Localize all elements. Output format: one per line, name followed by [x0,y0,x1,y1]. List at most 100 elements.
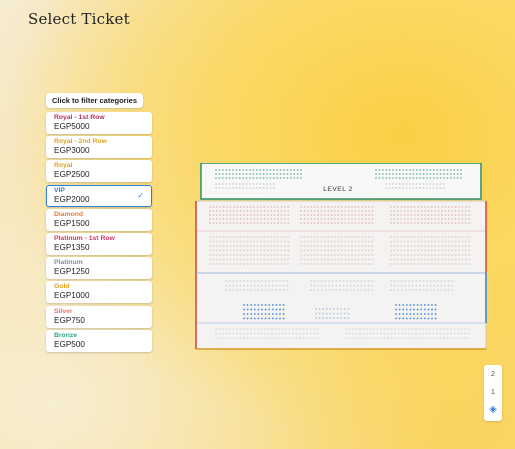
seat[interactable] [228,289,231,291]
seat[interactable] [317,284,320,287]
seat[interactable] [388,183,391,185]
seat[interactable] [277,263,279,265]
seat[interactable] [431,304,433,306]
seat[interactable] [454,214,457,216]
seat[interactable] [226,263,228,265]
seat[interactable] [436,284,439,287]
seat[interactable] [218,177,221,179]
seat[interactable] [222,249,225,252]
seat[interactable] [397,280,400,282]
seat[interactable] [334,222,336,224]
seat[interactable] [327,245,330,247]
seat[interactable] [396,263,399,265]
seat[interactable] [215,222,218,224]
seat[interactable] [300,263,302,265]
seat[interactable] [398,183,401,185]
seat[interactable] [219,240,222,243]
seat[interactable] [373,337,375,339]
seat[interactable] [279,289,281,291]
seat[interactable] [359,332,361,335]
seat[interactable] [306,206,309,208]
seat[interactable] [397,284,400,287]
seat[interactable] [225,332,228,335]
seat[interactable] [300,254,302,256]
seat[interactable] [222,258,225,261]
seat[interactable] [407,210,409,212]
seat[interactable] [436,173,439,175]
seat[interactable] [447,249,450,252]
category-item[interactable]: Gold EGP1000 [46,281,152,304]
seat[interactable] [437,263,440,265]
seat[interactable] [361,240,364,243]
seat[interactable] [353,284,356,287]
seat[interactable] [253,214,256,216]
seat[interactable] [454,222,457,224]
seat[interactable] [393,245,396,247]
seat[interactable] [243,337,245,339]
seat[interactable] [229,254,232,256]
seat[interactable] [417,210,420,212]
seat[interactable] [424,258,426,261]
seat[interactable] [250,308,253,311]
seat[interactable] [409,169,411,171]
seat[interactable] [344,258,347,261]
seat[interactable] [222,254,225,256]
seat[interactable] [431,313,433,315]
seat[interactable] [270,254,273,256]
seat[interactable] [413,258,416,261]
seat[interactable] [249,206,252,208]
seat[interactable] [357,214,360,216]
seat[interactable] [280,214,283,216]
seat[interactable] [336,317,339,319]
seat[interactable] [317,245,319,247]
seat[interactable] [357,240,360,243]
seat[interactable] [264,317,267,320]
seat[interactable] [360,284,363,287]
seat[interactable] [277,222,279,224]
seat[interactable] [232,249,235,252]
seat[interactable] [264,328,266,330]
seat[interactable] [407,249,409,252]
seat[interactable] [345,332,347,335]
seat[interactable] [246,328,249,330]
seat[interactable] [246,254,249,256]
seat[interactable] [333,317,335,319]
seat[interactable] [436,187,438,189]
seat[interactable] [464,240,467,243]
seat[interactable] [427,222,430,224]
seat[interactable] [446,332,449,335]
seat[interactable] [359,328,361,330]
seat[interactable] [269,169,272,171]
seat[interactable] [415,337,417,339]
seat[interactable] [461,236,464,238]
seat[interactable] [320,236,323,238]
seat[interactable] [461,210,464,212]
seat[interactable] [458,254,460,256]
seat[interactable] [229,240,232,243]
seat[interactable] [347,240,350,243]
seat[interactable] [236,258,239,261]
seat[interactable] [396,240,399,243]
seat[interactable] [270,245,273,247]
seat[interactable] [396,254,399,256]
seat[interactable] [313,214,316,216]
seat[interactable] [325,317,328,319]
seat[interactable] [347,254,350,256]
seat[interactable] [430,210,433,212]
seat[interactable] [400,245,403,247]
seat[interactable] [451,258,454,261]
seat[interactable] [436,183,438,185]
seat[interactable] [296,169,299,171]
seat[interactable] [229,245,232,247]
seat[interactable] [371,263,374,265]
seat[interactable] [447,240,450,243]
seat[interactable] [212,263,215,265]
seat[interactable] [451,210,454,212]
seat[interactable] [449,177,452,179]
seat[interactable] [368,263,370,265]
seat[interactable] [418,280,421,282]
seat[interactable] [368,214,370,216]
seat[interactable] [464,337,466,339]
seat[interactable] [277,236,279,238]
seat[interactable] [436,289,439,291]
